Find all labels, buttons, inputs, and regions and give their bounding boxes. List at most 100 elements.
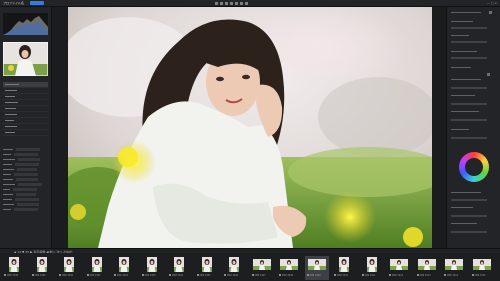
navigator-preview[interactable] <box>3 42 48 76</box>
thumbnail-filename: 2MZ 2406 <box>227 274 239 277</box>
zoom-icon[interactable] <box>230 1 233 5</box>
select-checkbox-icon[interactable] <box>31 274 34 276</box>
histogram <box>3 13 48 35</box>
filmstrip-thumbnail[interactable]: 2MZ 2405 <box>195 256 219 280</box>
adjustment-slider[interactable] <box>451 87 487 89</box>
select-checkbox-icon[interactable] <box>86 274 89 276</box>
select-checkbox-icon[interactable] <box>251 274 254 276</box>
thumbnail-image <box>445 257 463 272</box>
select-checkbox-icon[interactable] <box>306 274 309 276</box>
thumbnail-filename: 2MZ 2403 <box>144 274 156 277</box>
thumbnail-image <box>33 257 51 272</box>
thumbnail-filename: 2MZ 2398 <box>7 274 19 277</box>
select-checkbox-icon[interactable] <box>334 274 336 276</box>
thumbnail-filename: 2MZ 2399 <box>34 274 46 277</box>
adjustment-slider[interactable] <box>451 199 487 201</box>
select-checkbox-icon[interactable] <box>389 274 391 276</box>
filmstrip: 2MZ 2398 2MZ 2399 2MZ 2400 2MZ 2401 2MZ 2402… <box>0 253 500 281</box>
color-wheel[interactable] <box>459 152 489 182</box>
select-checkbox-icon[interactable] <box>471 274 474 276</box>
select-checkbox-icon[interactable] <box>444 274 446 276</box>
adjustment-slider[interactable] <box>451 41 487 43</box>
toggle-icon[interactable] <box>487 73 490 76</box>
select-checkbox-icon[interactable] <box>169 274 171 276</box>
thumbnail-image <box>88 257 106 272</box>
thumbnail-filename: 2MZ 2410 <box>337 274 349 277</box>
slider-label <box>451 223 477 224</box>
top-toolbar: プロファイル名 — □ × <box>0 0 500 7</box>
thumbnail-image <box>417 257 436 272</box>
select-checkbox-icon[interactable] <box>361 274 364 276</box>
adjustment-slider[interactable] <box>451 137 487 139</box>
filmstrip-thumbnail[interactable]: 2MZ 2411 <box>360 256 384 280</box>
adjustment-slider[interactable] <box>451 103 487 105</box>
rotate-icon[interactable] <box>235 1 238 5</box>
slider-label <box>451 111 479 112</box>
filmstrip-thumbnail[interactable]: 2MZ 2402 <box>112 256 136 280</box>
select-checkbox-icon[interactable] <box>279 274 281 276</box>
thumbnail-image <box>307 257 326 272</box>
workspace-gutter <box>52 7 68 248</box>
tab-develop[interactable] <box>30 1 44 5</box>
grid-view-icon[interactable] <box>215 1 218 5</box>
settings-icon[interactable] <box>245 1 248 5</box>
thumbnail-filename: 2MZ 2408 <box>282 274 294 277</box>
slider-label <box>451 35 469 36</box>
thumbnail-image <box>198 257 216 272</box>
filmstrip-thumbnail[interactable]: 2MZ 2413 <box>415 256 439 280</box>
thumbnail-image <box>143 257 161 272</box>
adjustment-slider[interactable] <box>451 57 487 59</box>
right-adjustment-panel <box>446 7 500 248</box>
adjustment-slider[interactable] <box>451 27 487 29</box>
thumbnail-filename: 2MZ 2411 <box>364 274 376 277</box>
metadata-row <box>3 207 48 212</box>
preset-list <box>3 82 48 136</box>
workspace-gutter <box>432 7 446 248</box>
slider-label <box>451 67 471 68</box>
adjustment-slider[interactable] <box>451 231 487 233</box>
filmstrip-thumbnail[interactable]: 2MZ 2412 <box>387 256 411 280</box>
select-checkbox-icon[interactable] <box>4 274 6 276</box>
thumbnail-image <box>390 257 408 272</box>
filmstrip-thumbnail[interactable]: 2MZ 2408 <box>277 256 301 280</box>
adjustment-slider[interactable] <box>451 119 487 121</box>
main-photo[interactable] <box>68 7 432 248</box>
list-item[interactable] <box>3 130 48 136</box>
filmstrip-thumbnail[interactable]: 2MZ 2404 <box>167 256 191 280</box>
compare-view-icon[interactable] <box>225 1 228 5</box>
filmstrip-thumbnail[interactable]: 2MZ 2407 <box>250 256 274 280</box>
thumbnail-filename: 2MZ 2409 <box>309 274 321 277</box>
select-checkbox-icon[interactable] <box>224 274 226 276</box>
thumbnail-filename: 2MZ 2405 <box>199 274 211 277</box>
select-checkbox-icon[interactable] <box>416 274 419 276</box>
select-checkbox-icon[interactable] <box>114 274 116 276</box>
filmstrip-thumbnail[interactable]: 2MZ 2406 <box>222 256 246 280</box>
window-controls[interactable]: — □ × <box>487 1 497 5</box>
filmstrip-thumbnail[interactable]: 2MZ 2415 <box>470 256 494 280</box>
menu-icon[interactable] <box>489 11 492 14</box>
filmstrip-thumbnail[interactable]: 2MZ 2401 <box>85 256 109 280</box>
thumbnail-image <box>363 257 381 272</box>
thumbnail-image <box>5 257 23 272</box>
thumbnail-image <box>280 257 298 272</box>
filmstrip-thumbnail[interactable]: 2MZ 2409 <box>304 256 329 280</box>
select-checkbox-icon[interactable] <box>196 274 199 276</box>
thumbnail-image <box>115 257 133 272</box>
select-checkbox-icon[interactable] <box>59 274 61 276</box>
thumbnail-image <box>225 257 243 272</box>
filmstrip-thumbnail[interactable]: 2MZ 2398 <box>2 256 26 280</box>
single-view-icon[interactable] <box>220 1 223 5</box>
adjustment-slider[interactable] <box>451 215 487 217</box>
select-checkbox-icon[interactable] <box>141 274 144 276</box>
slider-label <box>451 21 473 22</box>
left-panel <box>0 7 52 248</box>
filmstrip-thumbnail[interactable]: 2MZ 2410 <box>332 256 356 280</box>
view-toolbar <box>215 1 248 5</box>
filmstrip-thumbnail[interactable]: 2MZ 2403 <box>140 256 164 280</box>
filmstrip-thumbnail[interactable]: 2MZ 2414 <box>442 256 466 280</box>
info-icon[interactable] <box>240 1 243 5</box>
slider-label <box>451 79 481 80</box>
thumbnail-filename: 2MZ 2414 <box>447 274 459 277</box>
filmstrip-thumbnail[interactable]: 2MZ 2400 <box>57 256 81 280</box>
filmstrip-thumbnail[interactable]: 2MZ 2399 <box>30 256 54 280</box>
